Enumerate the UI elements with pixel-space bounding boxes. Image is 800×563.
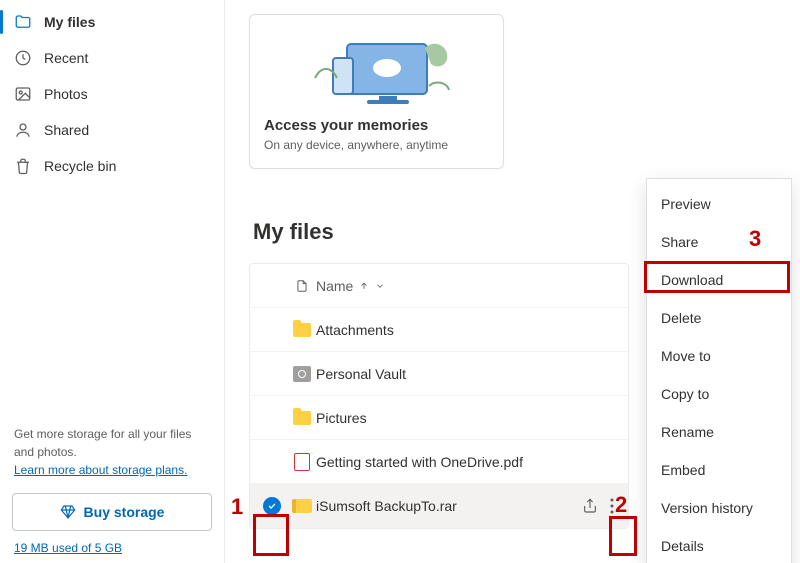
person-icon [14,121,32,139]
storage-promo: Get more storage for all your files and … [0,425,224,489]
file-name: Attachments [316,322,618,338]
sidebar-item-photos[interactable]: Photos [0,76,224,112]
buy-storage-button[interactable]: Buy storage [12,493,212,531]
sidebar-item-recent[interactable]: Recent [0,40,224,76]
trash-icon [14,157,32,175]
file-name: iSumsoft BackupTo.rar [316,498,582,514]
archive-icon [292,499,312,513]
checkmark-icon[interactable] [263,497,281,515]
memories-subtitle: On any device, anywhere, anytime [264,138,489,152]
sidebar-item-my-files[interactable]: My files [0,4,224,40]
file-name: Pictures [316,410,618,426]
ctx-share[interactable]: Share [647,223,791,261]
memories-title: Access your memories [264,117,489,134]
ctx-download[interactable]: Download [647,261,791,299]
sidebar-item-label: Recent [44,50,88,66]
name-column-header: Name [316,278,353,294]
table-row[interactable]: Personal Vault [250,352,628,396]
folder-outline-icon [14,13,32,31]
ctx-move-to[interactable]: Move to [647,337,791,375]
sidebar-item-recycle[interactable]: Recycle bin [0,148,224,184]
sort-asc-icon[interactable] [359,281,369,291]
sidebar-item-label: Shared [44,122,89,138]
file-name: Personal Vault [316,366,618,382]
sidebar-item-label: My files [44,14,95,30]
share-icon[interactable] [582,498,598,514]
vault-icon [293,366,311,382]
pdf-icon [294,453,310,471]
ctx-version[interactable]: Version history [647,489,791,527]
folder-icon [293,411,311,425]
sidebar: My files Recent Photos Shared [0,0,225,563]
table-row-selected[interactable]: iSumsoft BackupTo.rar [250,484,628,528]
file-table: Name Attachments Personal Vault [249,263,629,529]
storage-usage: 19 MB used of 5 GB [0,541,224,555]
ctx-embed[interactable]: Embed [647,451,791,489]
chevron-down-icon[interactable] [375,281,385,291]
sidebar-item-label: Photos [44,86,88,102]
storage-plans-link[interactable]: Learn more about storage plans. [14,463,187,477]
folder-icon [293,323,311,337]
ctx-rename[interactable]: Rename [647,413,791,451]
sidebar-nav: My files Recent Photos Shared [0,2,224,186]
table-row[interactable]: Attachments [250,308,628,352]
annotation-number-1: 1 [231,494,243,520]
context-menu: Preview Share Download Delete Move to Co… [646,178,792,563]
ctx-details[interactable]: Details [647,527,791,563]
ctx-copy-to[interactable]: Copy to [647,375,791,413]
table-header[interactable]: Name [250,264,628,308]
diamond-icon [60,504,76,520]
main-content: Access your memories On any device, anyw… [225,0,800,563]
ctx-preview[interactable]: Preview [647,185,791,223]
sidebar-item-shared[interactable]: Shared [0,112,224,148]
buy-storage-label: Buy storage [84,504,165,520]
more-icon[interactable] [606,496,618,516]
ctx-delete[interactable]: Delete [647,299,791,337]
storage-usage-link[interactable]: 19 MB used of 5 GB [14,541,122,555]
table-row[interactable]: Pictures [250,396,628,440]
image-icon [14,85,32,103]
memories-illustration [264,27,489,113]
table-row[interactable]: Getting started with OneDrive.pdf [250,440,628,484]
file-name: Getting started with OneDrive.pdf [316,454,618,470]
sidebar-item-label: Recycle bin [44,158,116,174]
storage-promo-text: Get more storage for all your files and … [14,425,210,461]
memories-card[interactable]: Access your memories On any device, anyw… [249,14,504,169]
file-column-icon [288,278,316,294]
clock-icon [14,49,32,67]
